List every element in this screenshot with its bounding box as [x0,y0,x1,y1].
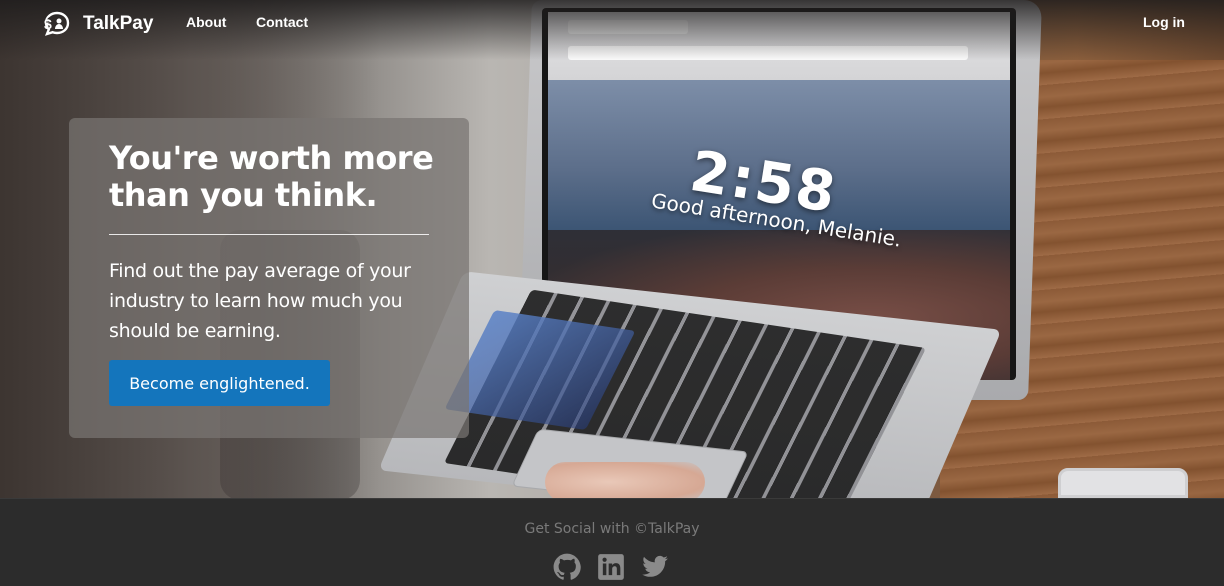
hand [545,462,705,498]
footer: Get Social with ©TalkPay [0,498,1224,586]
divider [109,234,429,235]
money-chat-icon: $ [44,11,70,36]
top-nav: $ TalkPay About Contact Log in [0,0,1224,46]
github-link[interactable] [553,553,581,581]
nav-link-about[interactable]: About [186,14,226,30]
brand-link[interactable]: $ TalkPay [43,10,153,38]
phone [1058,468,1188,498]
twitter-link[interactable] [641,553,669,581]
hero-subtitle: Find out the pay average of your industr… [109,260,411,342]
cta-button[interactable]: Become englightened. [109,360,330,406]
nav-link-contact[interactable]: Contact [256,14,308,30]
footer-text: Get Social with ©TalkPay [524,521,700,537]
svg-text:$: $ [44,16,52,32]
login-link[interactable]: Log in [1143,14,1185,30]
linkedin-link[interactable] [597,553,625,581]
twitter-icon [642,555,668,577]
github-icon [553,553,581,580]
brand-name: TalkPay [83,13,154,34]
linkedin-icon [598,554,624,580]
hero-title: You're worth more than you think. [109,139,434,214]
hero-card: You're worth more than you think. Find o… [69,118,469,438]
social-links [553,553,669,581]
